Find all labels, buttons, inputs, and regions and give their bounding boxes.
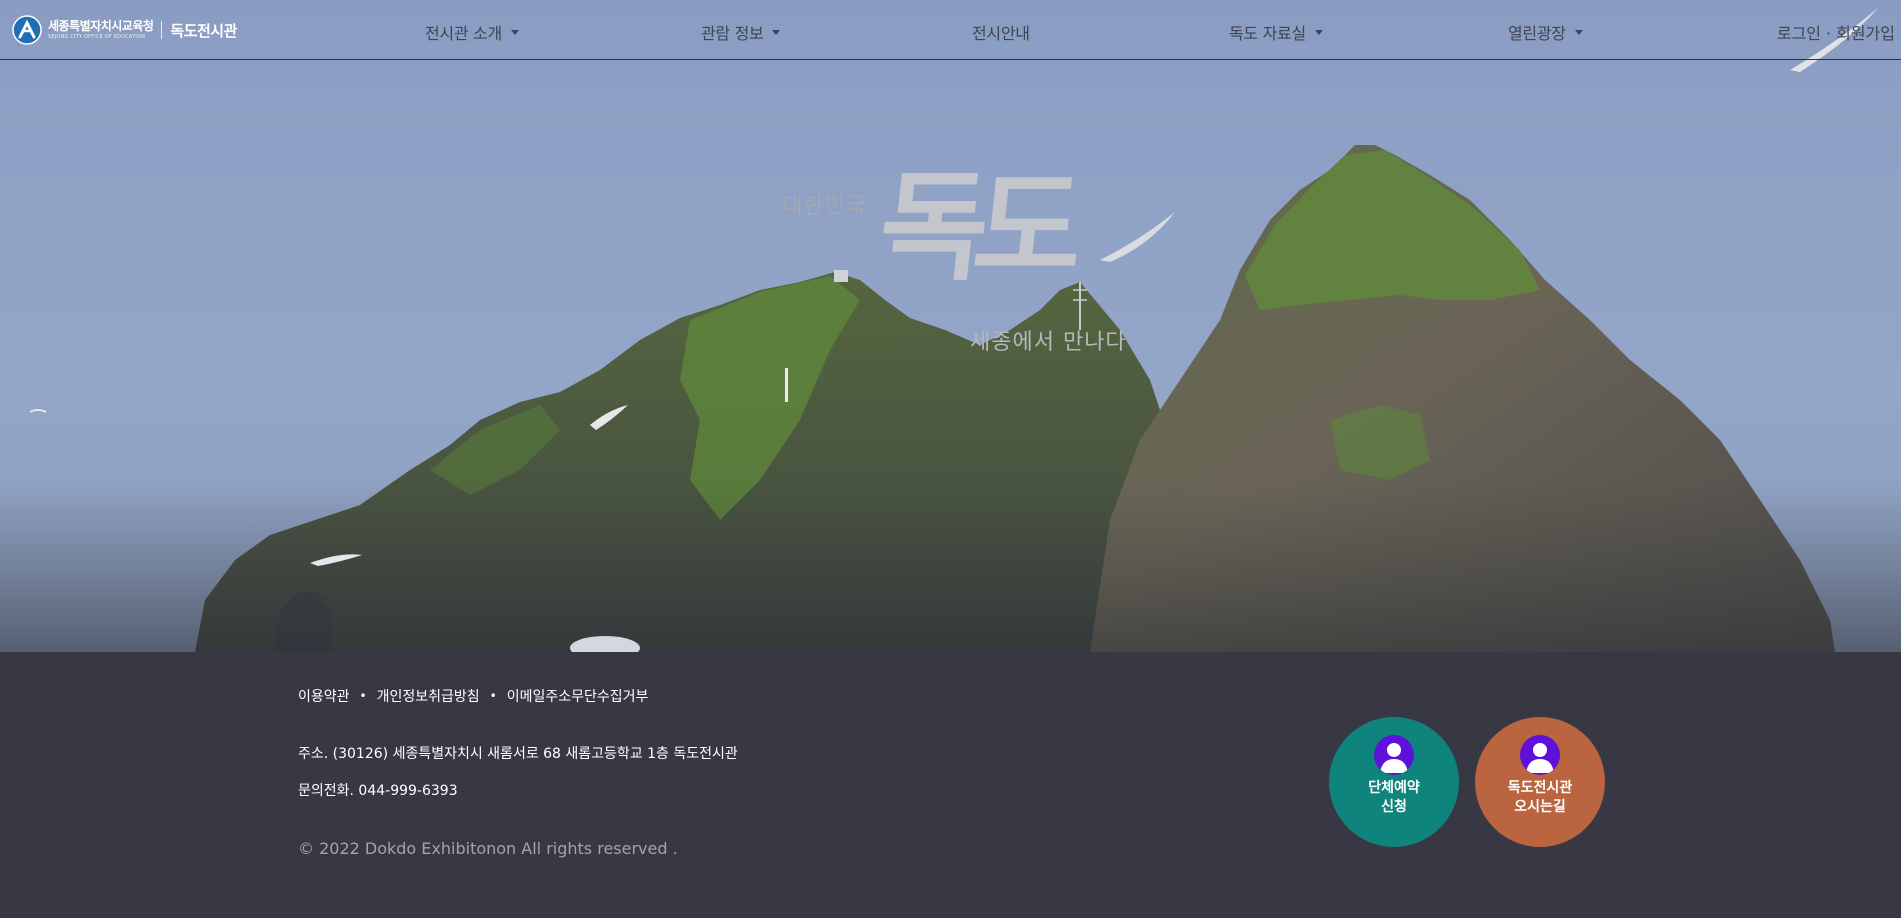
button-label-line1: 독도전시관 [1507,780,1573,796]
terms-link[interactable]: 이용약관 [298,686,350,706]
footer-link-separator: • [359,689,367,703]
auth-links: 로그인 · 회원가입 [1777,20,1895,44]
hero-title-dokdo: 독도 [872,157,1077,296]
nav-label: 열린광장 [1508,24,1566,43]
logo-divider [161,21,163,39]
caret-down-icon [1314,30,1323,35]
hero-tagline: 세종에서 만나다 [970,330,1127,355]
nav-dokdo-archive[interactable]: 독도 자료실 [1229,20,1323,44]
footer-address: 주소. (30126) 세종특별자치시 새롬서로 68 새롬고등학교 1층 독도… [298,746,738,762]
footer-copyright: © 2022 Dokdo Exhibitonon All rights rese… [298,839,678,858]
nav-label: 독도 자료실 [1229,24,1306,43]
site-logo[interactable]: 세종특별자치시교육청 SEJONG CITY OFFICE OF EDUCATI… [12,14,237,46]
nav-label: 전시안내 [972,24,1030,43]
logo-org-name: 세종특별자치시교육청 [48,19,154,33]
nav-open-square[interactable]: 열린광장 [1508,20,1583,44]
button-label-line2: 오시는길 [1514,799,1566,815]
privacy-policy-link[interactable]: 개인정보취급방침 [377,686,480,706]
logo-org-english: SEJONG CITY OFFICE OF EDUCATION [48,34,146,40]
footer-link-separator: • [489,689,497,703]
caret-down-icon [510,30,519,35]
user-icon [1374,735,1414,775]
nav-label: 전시관 소개 [425,24,502,43]
auth-separator: · [1826,24,1832,43]
caret-down-icon [772,30,781,35]
hero-banner: 대한민국 독도 세종에서 만나다 [0,0,1901,652]
site-footer: 이용약관 • 개인정보취급방침 • 이메일주소무단수집거부 주소. (30126… [0,652,1901,918]
dokdo-island-image [0,8,1901,652]
group-reservation-button[interactable]: 단체예약 신청 [1329,717,1459,847]
footer-policy-links: 이용약관 • 개인정보취급방침 • 이메일주소무단수집거부 [298,686,648,706]
nav-label: 관람 정보 [701,24,764,43]
logo-site-name: 독도전시관 [170,21,237,40]
education-office-emblem-icon [12,15,42,45]
nav-exhibition-intro[interactable]: 전시관 소개 [425,20,519,44]
nav-visit-info[interactable]: 관람 정보 [701,20,781,44]
directions-button[interactable]: 독도전시관 오시는길 [1475,717,1605,847]
hero-cursor-bar [785,368,788,402]
signup-link[interactable]: 회원가입 [1836,24,1895,43]
login-link[interactable]: 로그인 [1777,24,1821,43]
nav-exhibition-guide[interactable]: 전시안내 [972,20,1030,44]
email-collection-refusal-link[interactable]: 이메일주소무단수집거부 [507,686,649,706]
footer-phone: 문의전화. 044-999-6393 [298,783,458,799]
button-label-line2: 신청 [1381,799,1407,815]
hero-title-korea: 대한민국 [782,194,867,219]
button-label-line1: 단체예약 [1368,780,1420,796]
user-icon [1520,735,1560,775]
caret-down-icon [1574,30,1583,35]
top-header: 세종특별자치시교육청 SEJONG CITY OFFICE OF EDUCATI… [0,0,1901,60]
